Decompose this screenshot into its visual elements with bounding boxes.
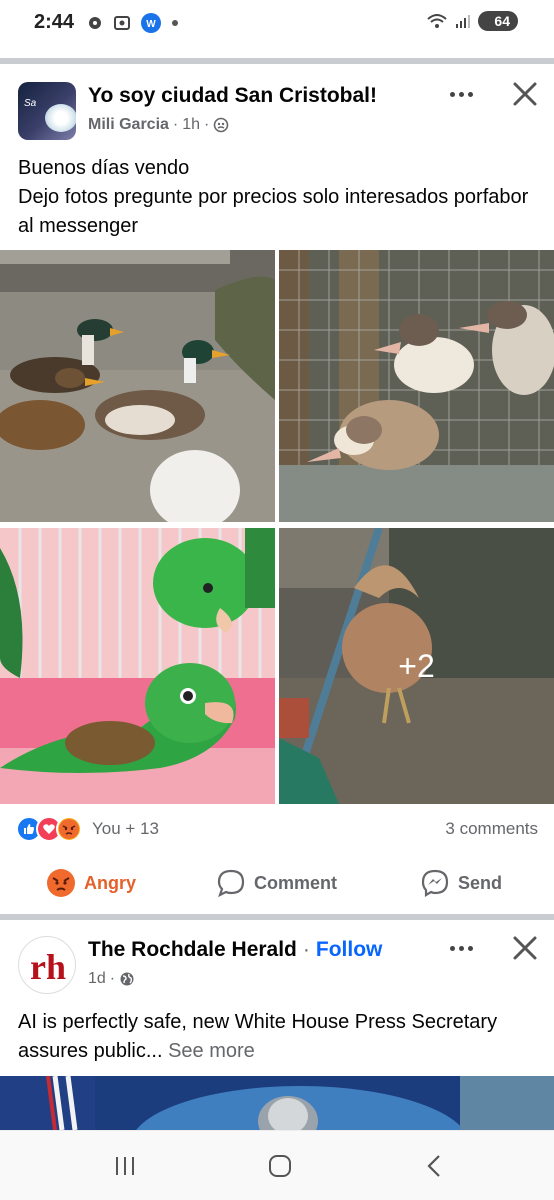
reaction-summary[interactable]: You + 13 3 comments bbox=[16, 814, 538, 844]
post-image[interactable] bbox=[0, 1076, 554, 1130]
author-name[interactable]: Mili Garcia bbox=[88, 116, 169, 134]
feed-separator bbox=[0, 914, 554, 920]
wifi-icon bbox=[427, 14, 448, 28]
photo-parakeets[interactable] bbox=[0, 528, 275, 804]
reaction-icons bbox=[16, 816, 82, 842]
back-icon bbox=[427, 1155, 440, 1177]
recent-apps-button[interactable] bbox=[105, 1151, 145, 1181]
page-name-row: The Rochdale Herald · Follow bbox=[88, 938, 382, 962]
screenshot-icon bbox=[114, 16, 130, 30]
post-time[interactable]: 1h bbox=[182, 116, 200, 134]
comment-button[interactable]: Comment bbox=[216, 860, 337, 906]
send-button[interactable]: Send bbox=[420, 860, 502, 906]
status-time: 2:44 bbox=[34, 11, 75, 33]
page-name[interactable]: The Rochdale Herald bbox=[88, 938, 297, 962]
photo-chicken[interactable]: +2 bbox=[279, 528, 554, 804]
post-text: AI is perfectly safe, new White House Pr… bbox=[18, 1008, 538, 1066]
reaction-count[interactable]: You + 13 bbox=[92, 819, 159, 839]
comment-icon bbox=[217, 869, 245, 898]
angry-label: Angry bbox=[84, 872, 137, 893]
home-icon bbox=[269, 1155, 291, 1177]
post-text: Buenos días vendo Dejo fotos pregunte po… bbox=[18, 154, 538, 241]
feed-separator bbox=[0, 58, 554, 64]
battery-indicator: 64 bbox=[478, 11, 518, 31]
status-bar: 2:44 W 64 bbox=[0, 0, 554, 48]
close-icon[interactable] bbox=[509, 932, 541, 964]
globe-icon bbox=[120, 972, 134, 986]
signal-icon bbox=[456, 15, 471, 28]
comment-label: Comment bbox=[254, 872, 338, 893]
follow-button[interactable]: Follow bbox=[316, 938, 383, 962]
comments-count[interactable]: 3 comments bbox=[445, 819, 538, 839]
recent-apps-icon bbox=[116, 1157, 134, 1175]
svg-text:rh: rh bbox=[30, 947, 66, 987]
angry-reaction-icon bbox=[56, 816, 82, 842]
more-photos-count: +2 bbox=[398, 647, 435, 684]
see-more-link[interactable]: See more bbox=[168, 1040, 255, 1062]
dot-icon bbox=[172, 20, 178, 26]
post-options-button[interactable] bbox=[443, 936, 479, 960]
post-options-button[interactable] bbox=[443, 82, 479, 106]
system-nav-bar bbox=[0, 1130, 554, 1200]
group-icon bbox=[214, 117, 229, 133]
photo-ducks[interactable] bbox=[0, 250, 275, 522]
angry-icon bbox=[47, 869, 75, 897]
group-name[interactable]: Yo soy ciudad San Cristobal! bbox=[88, 84, 377, 108]
send-label: Send bbox=[458, 872, 503, 893]
gear-icon bbox=[89, 17, 101, 29]
battery-level: 64 bbox=[494, 13, 510, 29]
back-button[interactable] bbox=[414, 1151, 454, 1181]
post-text-content: AI is perfectly safe, new White House Pr… bbox=[18, 1011, 498, 1062]
svg-text:W: W bbox=[146, 19, 156, 30]
photo-ducklings[interactable] bbox=[279, 250, 554, 522]
home-button[interactable] bbox=[260, 1151, 300, 1181]
close-icon[interactable] bbox=[509, 78, 541, 110]
angry-button[interactable]: Angry bbox=[46, 860, 136, 906]
post-time[interactable]: 1d bbox=[88, 970, 106, 988]
post-text-line-1: Buenos días vendo bbox=[18, 157, 190, 179]
messenger-icon bbox=[421, 869, 449, 897]
name-separator: · bbox=[302, 938, 310, 961]
post-meta: Mili Garcia · 1h · bbox=[88, 116, 229, 134]
status-icons-right: 64 bbox=[426, 11, 518, 31]
more-photos-overlay[interactable]: +2 bbox=[279, 528, 554, 804]
post-text-line-2: Dejo fotos pregunte por precios solo int… bbox=[18, 186, 529, 237]
page-avatar[interactable]: rh bbox=[18, 936, 76, 994]
post-actions: Angry Comment Send bbox=[0, 860, 554, 906]
group-avatar[interactable]: Sa bbox=[18, 82, 76, 140]
status-icons-left: W bbox=[86, 12, 179, 34]
app-icon: W bbox=[141, 13, 161, 33]
post-meta: 1d · bbox=[88, 970, 135, 988]
